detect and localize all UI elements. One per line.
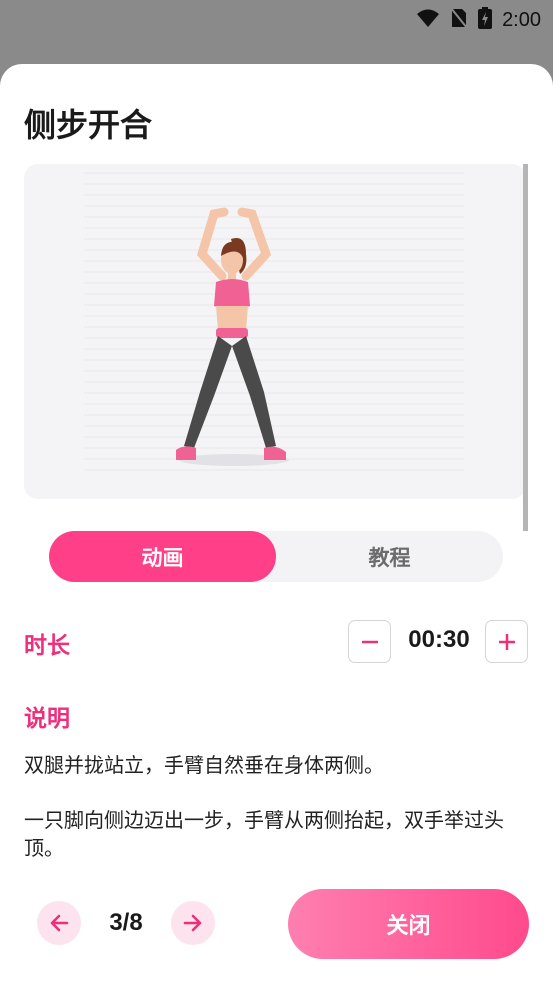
page-indicator: 3/8 bbox=[109, 909, 143, 936]
battery-charging-icon bbox=[478, 7, 493, 33]
arrow-left-icon bbox=[50, 914, 69, 932]
tab-animation[interactable]: 动画 bbox=[49, 531, 276, 582]
decrease-duration-button[interactable] bbox=[348, 620, 391, 663]
exercise-detail-sheet: 侧步开合 动画 教程 时长 00:30 说明 双腿并拢站立，手臂自然垂在身体两侧… bbox=[0, 64, 553, 994]
duration-label: 时长 bbox=[24, 633, 70, 659]
exercise-title: 侧步开合 bbox=[24, 106, 153, 144]
duration-value: 00:30 bbox=[408, 626, 470, 653]
increase-duration-button[interactable] bbox=[485, 620, 528, 663]
scrollbar-thumb[interactable] bbox=[523, 164, 528, 531]
exercise-animation-preview[interactable] bbox=[24, 164, 526, 499]
view-mode-segmented-control: 动画 教程 bbox=[49, 531, 503, 582]
description-paragraph: 双腿并拢站立，手臂自然垂在身体两侧。 bbox=[24, 753, 384, 777]
status-bar: 2:00 bbox=[0, 0, 553, 40]
description-label: 说明 bbox=[24, 706, 70, 732]
arrow-right-icon bbox=[183, 914, 202, 932]
tab-tutorial[interactable]: 教程 bbox=[276, 531, 503, 582]
status-time: 2:00 bbox=[502, 8, 541, 31]
previous-exercise-button[interactable] bbox=[37, 901, 81, 945]
no-sim-icon bbox=[450, 7, 468, 33]
plus-icon bbox=[498, 633, 515, 650]
description-paragraph: 一只脚向侧边迈出一步，手臂从两侧抬起，双手举过头顶。 bbox=[24, 808, 504, 860]
close-button[interactable]: 关闭 bbox=[288, 889, 529, 959]
wifi-icon bbox=[416, 8, 440, 32]
next-exercise-button[interactable] bbox=[171, 901, 215, 945]
exercise-figure-illustration bbox=[176, 207, 289, 466]
minus-icon bbox=[361, 640, 378, 643]
